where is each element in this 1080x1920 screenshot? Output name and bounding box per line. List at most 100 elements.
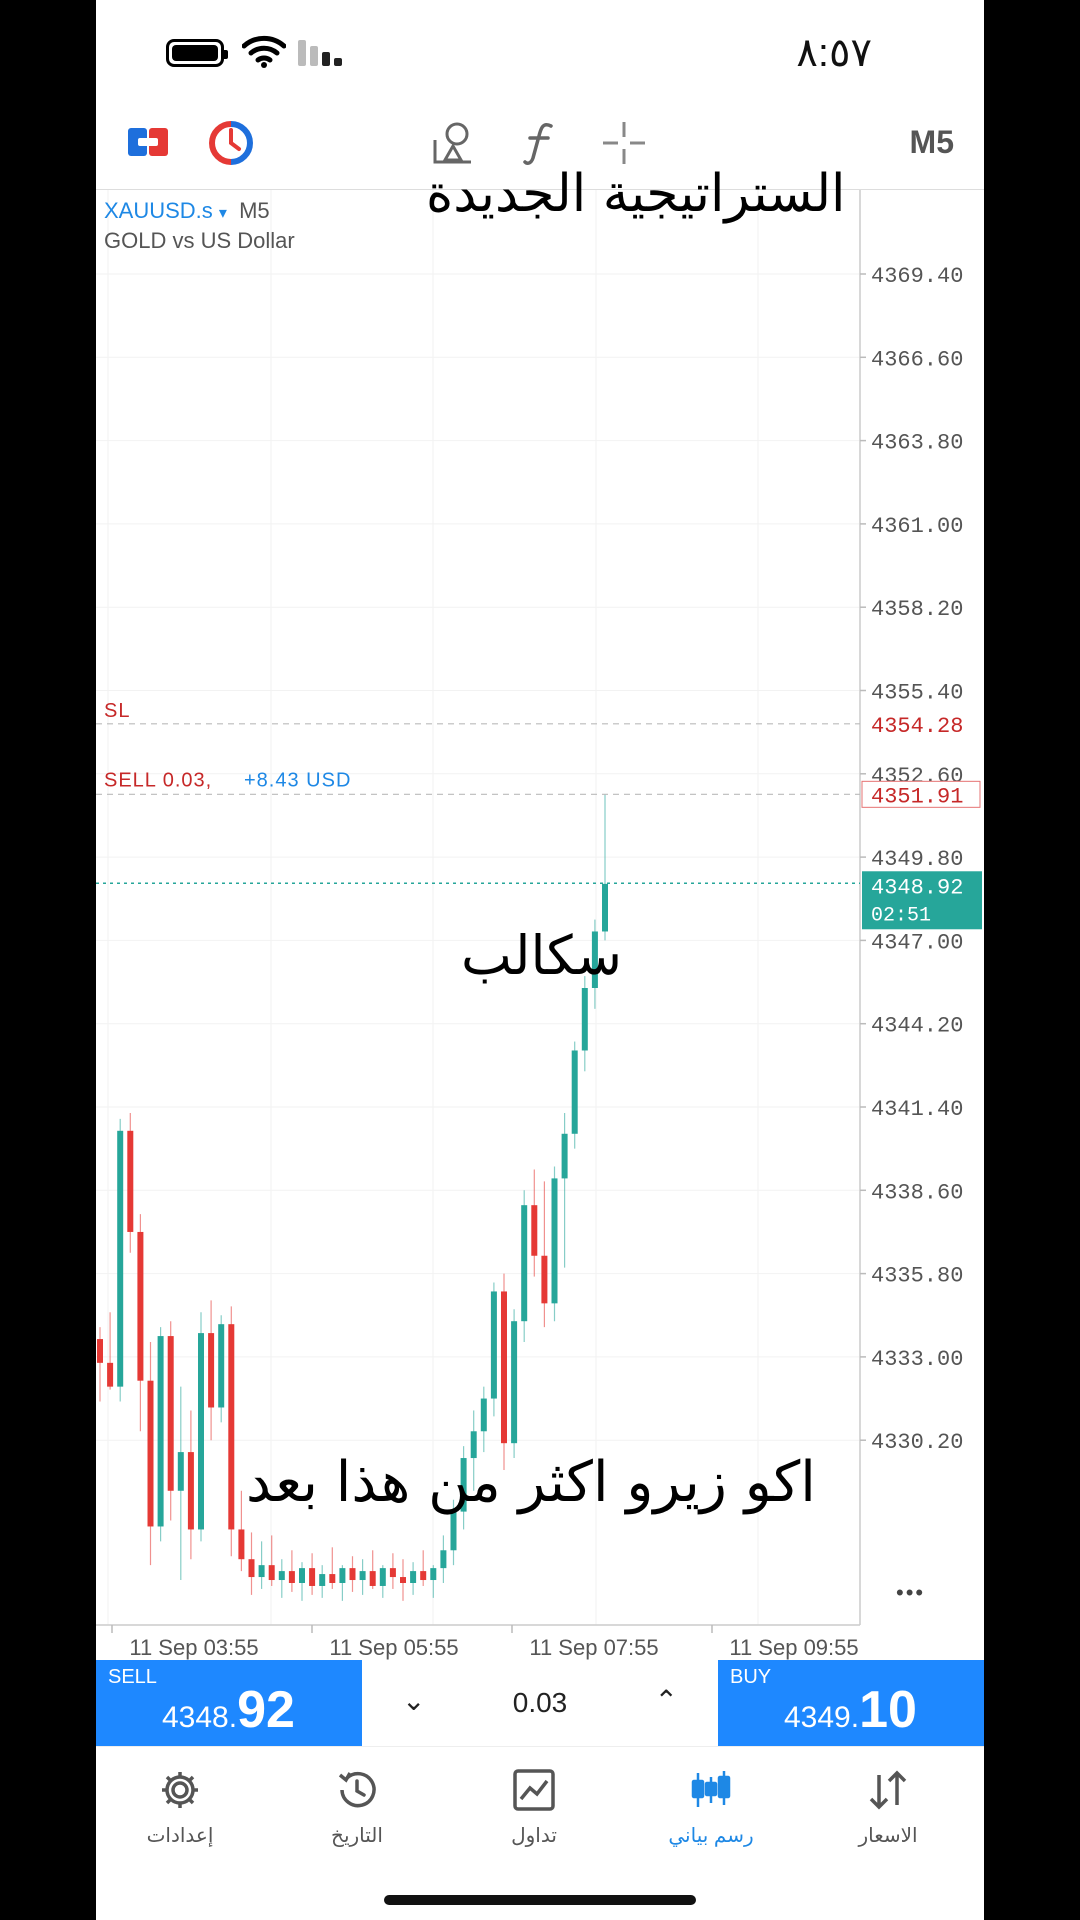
- one-click-icon[interactable]: [208, 120, 254, 166]
- candle-body: [187, 1452, 194, 1530]
- candle: [369, 1550, 376, 1589]
- chart-icon: [691, 1771, 731, 1807]
- candle: [410, 1562, 417, 1595]
- nav-history[interactable]: التاريخ: [282, 1767, 432, 1848]
- candle: [278, 1559, 285, 1598]
- order-icon[interactable]: [126, 120, 170, 164]
- y-tick-label: 4355.40: [871, 681, 963, 706]
- candle-body: [278, 1571, 285, 1581]
- y-tick-label: 4347.00: [871, 930, 963, 955]
- candle-body: [379, 1568, 386, 1586]
- candle-body: [511, 1321, 518, 1444]
- home-indicator: [384, 1895, 696, 1905]
- lot-increase-button[interactable]: ⌃: [655, 1684, 678, 1717]
- candle: [541, 1181, 548, 1328]
- more-options-icon[interactable]: •••: [896, 1580, 925, 1606]
- order-profit-label: +8.43 USD: [244, 769, 351, 791]
- buy-price: 4349.10: [784, 1680, 917, 1740]
- candle: [117, 1118, 124, 1402]
- nav-label: التاريخ: [331, 1825, 383, 1847]
- status-bar: ٨:٥٧: [96, 0, 984, 100]
- symbol-description: GOLD vs US Dollar: [104, 228, 295, 253]
- indicators-icon[interactable]: [521, 120, 557, 166]
- candle-body: [339, 1568, 346, 1583]
- candle-body: [389, 1568, 396, 1578]
- candle: [339, 1565, 346, 1601]
- candle: [440, 1535, 447, 1583]
- history-icon: [338, 1771, 376, 1808]
- quotes-icon: [869, 1770, 907, 1810]
- overlay-bottom: اكو زيرو اكثر من هذا بعد: [246, 1450, 816, 1515]
- candle: [218, 1315, 225, 1423]
- y-tick-label: 4358.20: [871, 597, 963, 622]
- trade-bar: SELL 4348.92 ⌄ 0.03 ⌃ BUY 4349.10: [96, 1660, 984, 1746]
- battery-icon: [166, 39, 228, 67]
- candle: [137, 1214, 144, 1432]
- sell-label: SELL: [108, 1666, 157, 1688]
- candle-body: [541, 1255, 548, 1304]
- sell-button[interactable]: SELL 4348.92: [96, 1660, 362, 1746]
- candle-body: [450, 1511, 457, 1551]
- candle: [511, 1309, 518, 1459]
- candle: [581, 976, 588, 1072]
- candle: [167, 1321, 174, 1521]
- sell-price-small: 4348.: [162, 1701, 238, 1734]
- wifi-icon: [242, 35, 286, 68]
- candle: [258, 1541, 265, 1589]
- candle-body: [440, 1550, 447, 1569]
- nav-label: إعدادات: [146, 1825, 214, 1847]
- objects-icon[interactable]: [431, 120, 475, 166]
- nav-chart[interactable]: رسم بياني: [636, 1767, 786, 1848]
- symbol-selector[interactable]: XAUUSD.s ▾ M5: [104, 198, 270, 224]
- x-tick-label: 11 Sep 09:55: [729, 1635, 858, 1660]
- chevron-down-icon[interactable]: ▾: [219, 205, 227, 222]
- candle-body: [400, 1577, 406, 1583]
- candle-body: [430, 1568, 437, 1581]
- candle: [309, 1553, 316, 1595]
- candle: [490, 1282, 497, 1417]
- candle-body: [137, 1231, 144, 1381]
- symbol-timeframe: M5: [239, 198, 270, 223]
- symbol-name[interactable]: XAUUSD.s: [104, 198, 213, 223]
- lot-stepper: ⌄ 0.03 ⌃: [362, 1660, 718, 1746]
- candle-body: [531, 1205, 538, 1256]
- y-tick-label: 4363.80: [871, 431, 963, 456]
- nav-quotes[interactable]: الاسعار: [813, 1767, 963, 1848]
- candle-body: [97, 1339, 103, 1363]
- candle-body: [218, 1324, 225, 1408]
- overlay-title: الستراتيجية الجديدة: [426, 164, 846, 224]
- candle-body: [167, 1336, 174, 1491]
- candle-body: [581, 988, 588, 1051]
- candle: [299, 1562, 305, 1601]
- price-chart[interactable]: 4369.40 4366.60 4363.80 4361.00 4358.20 4355.…: [96, 164, 984, 1660]
- candle-body: [147, 1380, 154, 1527]
- candle: [389, 1553, 396, 1589]
- phone-screen: ٨:٥٧ M5 4369.40 4366.60 4363.80 4361.00 …: [96, 0, 984, 1920]
- nav-settings[interactable]: إعدادات: [105, 1767, 255, 1848]
- candle: [349, 1556, 356, 1592]
- sell-price-big: 92: [237, 1681, 295, 1739]
- candle-body: [349, 1568, 356, 1581]
- candle: [288, 1550, 295, 1592]
- candle-body: [410, 1571, 417, 1583]
- candle-body: [490, 1291, 497, 1399]
- y-tick-label: 4338.60: [871, 1180, 963, 1205]
- y-tick-label: 4341.40: [871, 1097, 963, 1122]
- current-price-label: 4348.92: [871, 875, 963, 900]
- crosshair-icon[interactable]: [601, 120, 647, 166]
- candle: [248, 1532, 255, 1595]
- candle: [480, 1386, 487, 1453]
- buy-button[interactable]: BUY 4349.10: [718, 1660, 984, 1746]
- candle-body: [198, 1333, 204, 1530]
- order-price-label: 4351.91: [871, 784, 963, 809]
- candle: [420, 1550, 427, 1586]
- candle: [127, 1112, 134, 1253]
- timeframe-button[interactable]: M5: [910, 124, 954, 161]
- candle-body: [369, 1571, 376, 1586]
- candle-body: [359, 1571, 366, 1581]
- candle: [97, 1327, 103, 1402]
- y-tick-label: 4369.40: [871, 264, 963, 289]
- candle: [400, 1559, 406, 1601]
- order-label: SELL 0.03,: [104, 769, 212, 791]
- nav-trade[interactable]: تداول: [459, 1767, 609, 1848]
